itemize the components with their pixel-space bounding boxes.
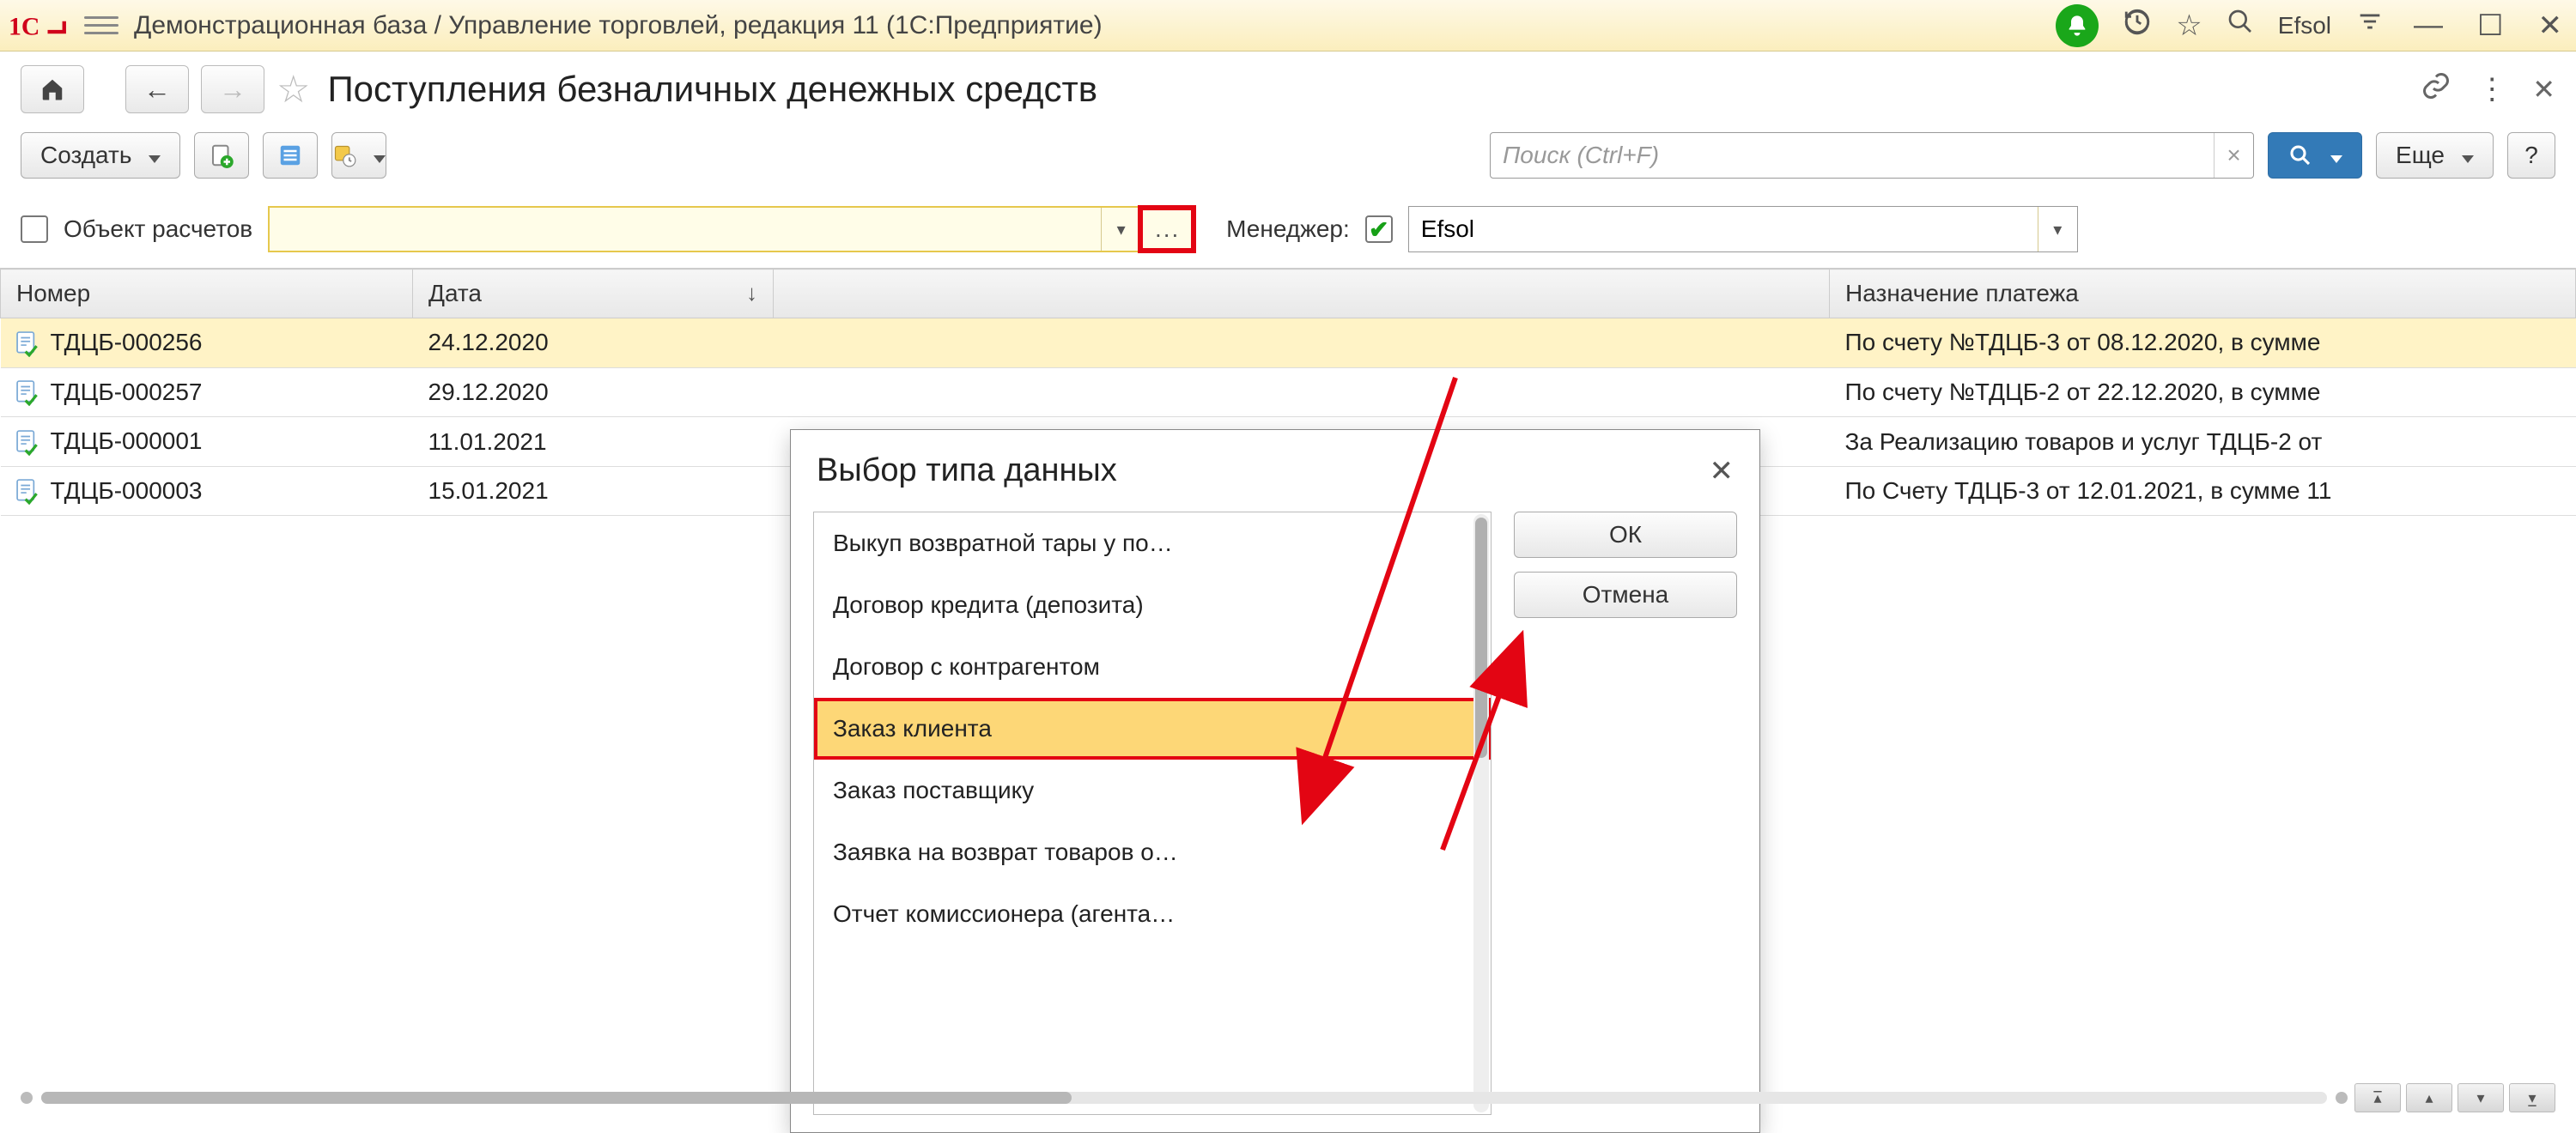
horizontal-scrollbar[interactable] — [21, 1092, 2348, 1104]
scroll-down-button[interactable]: ▾ — [2458, 1083, 2504, 1112]
table-header-row: Номер Дата↓ Назначение платежа — [1, 270, 2576, 318]
cell-date: 11.01.2021 — [413, 417, 774, 467]
column-number[interactable]: Номер — [1, 270, 413, 318]
add-from-template-button[interactable] — [194, 132, 249, 179]
table-row[interactable]: ТДЦБ-00025624.12.2020 По счету №ТДЦБ-3 от… — [1, 318, 2576, 368]
cell-purpose: По счету №ТДЦБ-3 от 08.12.2020, в сумме — [1830, 318, 2576, 368]
type-list-item[interactable]: Заказ клиента — [814, 698, 1491, 760]
popup-close-icon[interactable]: ✕ — [1710, 454, 1735, 488]
page-title: Поступления безналичных денежных средств — [327, 69, 1097, 110]
cell-number: ТДЦБ-000001 — [1, 417, 413, 467]
window-close-icon[interactable]: ✕ — [2533, 9, 2568, 43]
more-menu-label: Еще — [2396, 142, 2445, 169]
manager-filter-label: Менеджер: — [1226, 215, 1350, 243]
toolbar: Создать × Еще ? — [0, 117, 2576, 194]
column-purpose[interactable]: Назначение платежа — [1830, 270, 2576, 318]
date-filter-button[interactable] — [331, 132, 386, 179]
manager-filter-checkbox[interactable] — [1365, 215, 1393, 243]
help-button[interactable]: ? — [2507, 132, 2555, 179]
cell-number: ТДЦБ-000003 — [1, 466, 413, 516]
create-caret-icon — [140, 142, 161, 169]
date-filter-caret-icon — [365, 142, 386, 169]
type-picker-popup: Выбор типа данных ✕ Выкуп возвратной тар… — [790, 429, 1760, 1133]
sort-indicator-icon: ↓ — [746, 280, 757, 306]
cell-number: ТДЦБ-000257 — [1, 367, 413, 417]
nav-back-button[interactable]: ← — [125, 65, 189, 113]
svg-text:1C: 1C — [9, 12, 39, 40]
manager-filter-combo[interactable]: ▾ — [1408, 206, 2078, 252]
window-minimize-icon[interactable]: — — [2409, 9, 2448, 42]
cell-date: 29.12.2020 — [413, 367, 774, 417]
cell-date: 24.12.2020 — [413, 318, 774, 368]
history-icon[interactable] — [2123, 7, 2152, 44]
type-list-item[interactable]: Заказ поставщику — [814, 760, 1491, 821]
column-date[interactable]: Дата↓ — [413, 270, 774, 318]
document-posted-icon — [16, 430, 39, 456]
search-button[interactable] — [2268, 132, 2362, 179]
more-caret-icon — [2453, 142, 2474, 169]
more-menu-button[interactable]: Еще — [2376, 132, 2494, 179]
type-list-item[interactable]: Выкуп возвратной тары у по… — [814, 512, 1491, 574]
document-posted-icon — [16, 479, 39, 505]
nav-forward-button[interactable]: → — [201, 65, 264, 113]
current-user[interactable]: Efsol — [2278, 12, 2331, 39]
titlebar: 1C Демонстрационная база / Управление то… — [0, 0, 2576, 52]
notifications-icon[interactable] — [2056, 4, 2099, 47]
app-logo: 1C — [9, 9, 69, 43]
type-list-item[interactable]: Отчет комиссионера (агента… — [814, 883, 1491, 945]
cell-gap — [774, 367, 1830, 417]
type-list-item[interactable]: Заявка на возврат товаров о… — [814, 821, 1491, 883]
column-hidden-gap — [774, 270, 1830, 318]
settings-menu-icon[interactable] — [2355, 7, 2385, 44]
cell-gap — [774, 318, 1830, 368]
cell-purpose: За Реализацию товаров и услуг ТДЦБ-2 от — [1830, 417, 2576, 467]
window-title: Демонстрационная база / Управление торго… — [134, 11, 1103, 40]
link-icon[interactable] — [2421, 70, 2451, 109]
search-input[interactable] — [1491, 142, 2214, 169]
object-filter-input[interactable] — [270, 215, 1101, 243]
type-list-item[interactable]: Договор кредита (депозита) — [814, 574, 1491, 636]
page-header: ← → ☆ Поступления безналичных денежных с… — [0, 52, 2576, 117]
type-list-item[interactable]: Договор с контрагентом — [814, 636, 1491, 698]
global-search-icon[interactable] — [2227, 8, 2254, 43]
document-posted-icon — [16, 331, 39, 357]
table-row[interactable]: ТДЦБ-00025729.12.2020 По счету №ТДЦБ-2 от… — [1, 367, 2576, 417]
help-label: ? — [2524, 142, 2538, 169]
filter-row: Объект расчетов ▾ ... Менеджер: ▾ — [0, 194, 2576, 268]
window-maximize-icon[interactable]: ☐ — [2472, 9, 2508, 43]
search-clear-icon[interactable]: × — [2214, 133, 2253, 178]
type-list[interactable]: Выкуп возвратной тары у по…Договор креди… — [813, 512, 1492, 1115]
object-filter-picker-icon[interactable]: ... — [1140, 208, 1194, 251]
scroll-up-button[interactable]: ▴ — [2406, 1083, 2452, 1112]
search-field[interactable]: × — [1490, 132, 2254, 179]
page-favorite-icon[interactable]: ☆ — [276, 68, 310, 112]
home-button[interactable] — [21, 65, 84, 113]
create-button[interactable]: Создать — [21, 132, 180, 179]
cell-purpose: По Счету ТДЦБ-3 от 12.01.2021, в сумме 1… — [1830, 466, 2576, 516]
more-actions-icon[interactable]: ⋮ — [2477, 72, 2506, 106]
main-menu-icon[interactable] — [84, 9, 118, 43]
popup-cancel-button[interactable]: Отмена — [1514, 572, 1737, 618]
close-page-icon[interactable]: ✕ — [2532, 73, 2555, 106]
object-filter-checkbox[interactable] — [21, 215, 48, 243]
bottom-bar: ▴̅ ▴ ▾ ▾̲ — [0, 1081, 2576, 1115]
object-filter-label: Объект расчетов — [64, 215, 252, 243]
object-filter-dropdown-icon[interactable]: ▾ — [1101, 208, 1140, 251]
favorite-star-icon[interactable]: ☆ — [2176, 9, 2202, 43]
manager-filter-input[interactable] — [1409, 215, 2038, 243]
list-settings-button[interactable] — [263, 132, 318, 179]
create-button-label: Создать — [40, 142, 131, 169]
cell-purpose: По счету №ТДЦБ-2 от 22.12.2020, в сумме — [1830, 367, 2576, 417]
popup-scrollbar[interactable] — [1473, 514, 1489, 1112]
manager-filter-dropdown-icon[interactable]: ▾ — [2038, 207, 2077, 251]
object-filter-combo[interactable]: ▾ ... — [268, 206, 1195, 252]
scroll-bottom-button[interactable]: ▾̲ — [2509, 1083, 2555, 1112]
document-posted-icon — [16, 380, 39, 406]
cell-number: ТДЦБ-000256 — [1, 318, 413, 368]
scroll-top-button[interactable]: ▴̅ — [2354, 1083, 2401, 1112]
popup-title: Выбор типа данных — [817, 452, 1117, 489]
cell-date: 15.01.2021 — [413, 466, 774, 516]
popup-ok-button[interactable]: ОК — [1514, 512, 1737, 558]
search-caret-icon — [2322, 142, 2342, 169]
